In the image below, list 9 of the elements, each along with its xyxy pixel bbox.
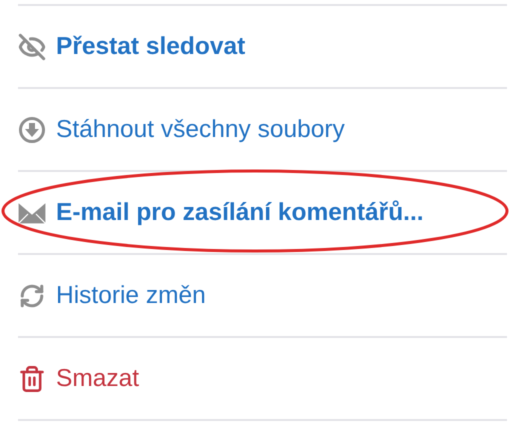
menu-item[interactable]: Přestat sledovat bbox=[56, 32, 246, 60]
menu-item[interactable]: Historie změn bbox=[56, 282, 206, 310]
refresh-icon bbox=[19, 282, 45, 308]
envelope-icon bbox=[18, 202, 46, 224]
trash-icon bbox=[18, 364, 46, 392]
menu-item[interactable]: Smazat bbox=[56, 364, 140, 392]
eye-slash-icon bbox=[18, 32, 46, 60]
download-icon bbox=[19, 116, 45, 142]
menu-item[interactable]: Stáhnout všechny soubory bbox=[56, 116, 345, 144]
